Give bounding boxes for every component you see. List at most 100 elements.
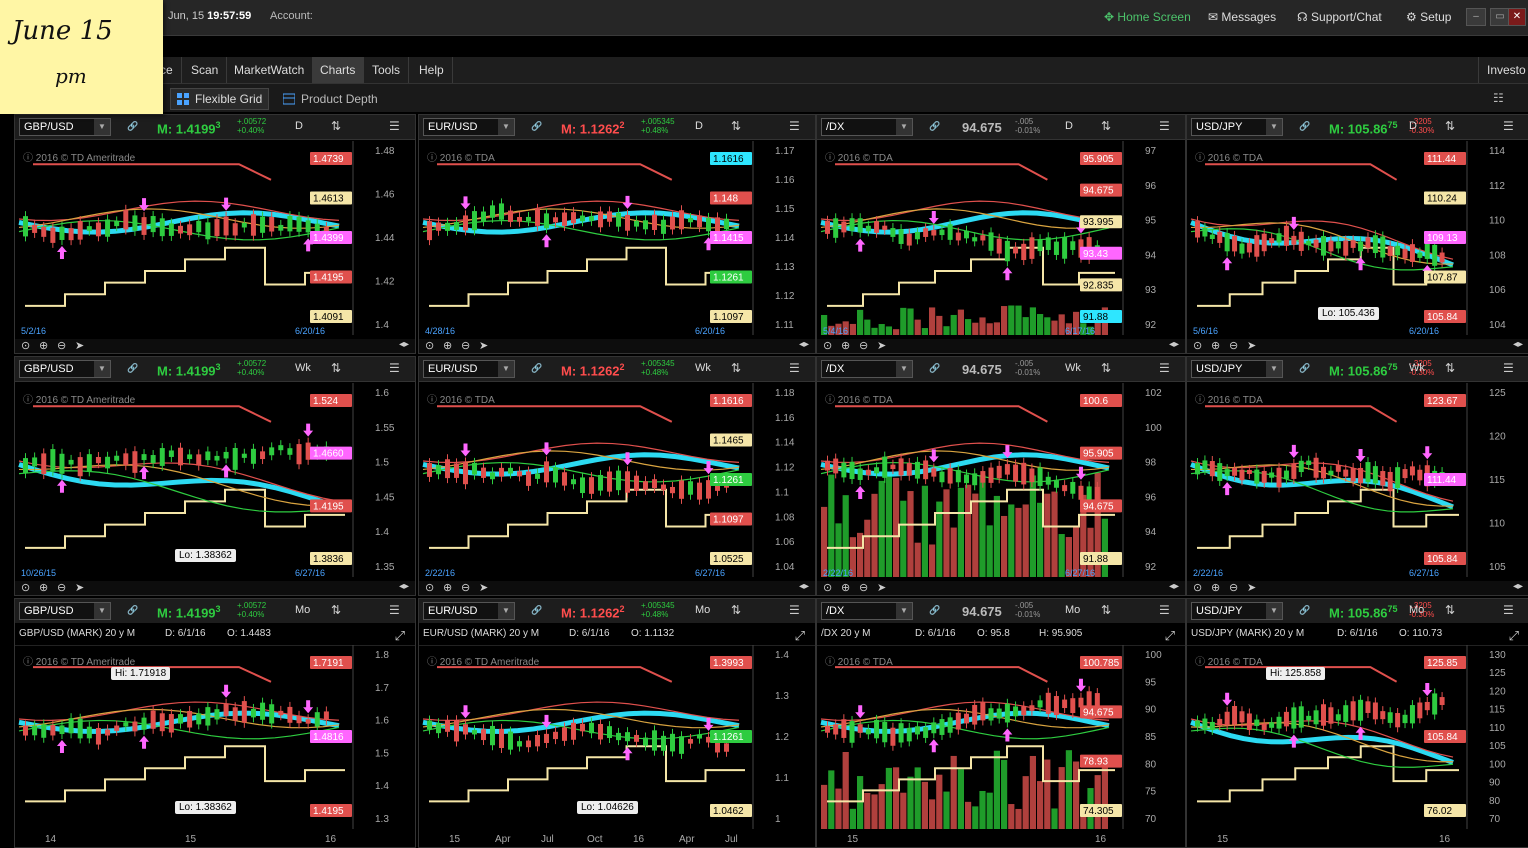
price-chart[interactable]: 1.4 1.3 1.2 1.1 1 1.3993 1.1261 1.0462 [419,645,815,847]
hamburger-menu-icon[interactable]: ☰ [1159,361,1173,375]
hamburger-menu-icon[interactable]: ☰ [789,361,803,375]
zoom-in-icon[interactable]: ⊕ [841,581,850,594]
zoom-reset-icon[interactable]: ⊙ [1193,339,1202,352]
hamburger-menu-icon[interactable]: ☰ [1503,603,1517,617]
expand-chart-icon[interactable]: ⤢ [795,628,805,644]
drawing-tools-icon[interactable]: ⇅ [1101,119,1115,133]
symbol-selector[interactable]: USD/JPY ▼ [1191,118,1283,136]
aggregation-period[interactable]: Mo [695,604,710,616]
link-icon[interactable]: 🔗 [1299,121,1310,131]
cursor-icon[interactable]: ➤ [479,339,488,352]
scroll-arrows-icon[interactable]: ◂▸ [1513,581,1523,592]
symbol-selector[interactable]: EUR/USD ▼ [423,602,515,620]
zoom-out-icon[interactable]: ⊖ [57,339,66,352]
scroll-arrows-icon[interactable]: ◂▸ [399,339,409,350]
zoom-reset-icon[interactable]: ⊙ [425,339,434,352]
drawing-tools-icon[interactable]: ⇅ [1101,361,1115,375]
link-icon[interactable]: 🔗 [1299,605,1310,615]
menu-investools[interactable]: Investo [1478,57,1528,83]
price-chart[interactable]: 1.18 1.16 1.14 1.12 1.1 1.08 1.06 1.04 1.1616 1.1… [419,383,815,595]
drawing-tools-icon[interactable]: ⇅ [731,361,745,375]
zoom-out-icon[interactable]: ⊖ [859,339,868,352]
drawing-tools-icon[interactable]: ⇅ [1101,603,1115,617]
expand-chart-icon[interactable]: ⤢ [1165,628,1175,644]
symbol-selector[interactable]: /DX ▼ [821,602,913,620]
symbol-selector[interactable]: EUR/USD ▼ [423,118,515,136]
hamburger-menu-icon[interactable]: ☰ [1503,119,1517,133]
hamburger-menu-icon[interactable]: ☰ [789,119,803,133]
cursor-icon[interactable]: ➤ [75,339,84,352]
link-icon[interactable]: 🔗 [929,605,940,615]
drawing-tools-icon[interactable]: ⇅ [1445,361,1459,375]
cursor-icon[interactable]: ➤ [1247,339,1256,352]
zoom-in-icon[interactable]: ⊕ [1211,339,1220,352]
symbol-selector[interactable]: GBP/USD ▼ [19,602,111,620]
aggregation-period[interactable]: Mo [1409,604,1424,616]
zoom-in-icon[interactable]: ⊕ [443,581,452,594]
scroll-arrows-icon[interactable]: ◂▸ [1169,581,1179,592]
zoom-out-icon[interactable]: ⊖ [1229,581,1238,594]
link-icon[interactable]: 🔗 [1299,363,1310,373]
symbol-selector[interactable]: EUR/USD ▼ [423,360,515,378]
zoom-in-icon[interactable]: ⊕ [1211,581,1220,594]
hamburger-menu-icon[interactable]: ☰ [789,603,803,617]
price-chart[interactable]: 1.6 1.55 1.5 1.45 1.4 1.35 1.524 1.4660 1.4195 1.… [15,383,415,595]
aggregation-period[interactable]: D [295,120,303,132]
aggregation-period[interactable]: Mo [1065,604,1080,616]
zoom-in-icon[interactable]: ⊕ [39,339,48,352]
hamburger-menu-icon[interactable]: ☰ [1159,603,1173,617]
zoom-in-icon[interactable]: ⊕ [39,581,48,594]
drawing-tools-icon[interactable]: ⇅ [731,603,745,617]
hamburger-menu-icon[interactable]: ☰ [1159,119,1173,133]
zoom-in-icon[interactable]: ⊕ [443,339,452,352]
menu-tools[interactable]: Tools [364,57,410,83]
price-chart[interactable]: 114 112 110 108 106 104 111.44 110.24 109.13 107.… [1187,141,1528,353]
drawing-tools-icon[interactable]: ⇅ [1445,603,1459,617]
product-depth-button[interactable]: Product Depth [276,88,385,110]
cursor-icon[interactable]: ➤ [877,339,886,352]
zoom-reset-icon[interactable]: ⊙ [823,581,832,594]
scroll-arrows-icon[interactable]: ◂▸ [399,581,409,592]
aggregation-period[interactable]: D [1409,120,1417,132]
link-icon[interactable]: 🔗 [531,363,542,373]
messages-link[interactable]: ✉ Messages [1208,10,1276,24]
link-icon[interactable]: 🔗 [127,363,138,373]
price-chart[interactable]: 1.8 1.7 1.6 1.5 1.4 1.3 1.7191 1.4816 1.4195 [15,645,415,847]
setup-link[interactable]: ⚙ Setup [1406,10,1451,24]
price-chart[interactable]: 97 96 95 94 93 92 95.905 94.675 93.995 93.43 92.83… [817,141,1185,353]
cursor-icon[interactable]: ➤ [75,581,84,594]
price-chart[interactable]: 1.48 1.46 1.44 1.42 1.4 1.4739 1.4613 1.4399 1.4… [15,141,415,353]
drawing-tools-icon[interactable]: ⇅ [1445,119,1459,133]
aggregation-period[interactable]: Wk [1409,362,1425,374]
price-chart[interactable]: 100 95 90 85 80 75 70 100.785 94.675 78.93 74.305 [817,645,1185,847]
aggregation-period[interactable]: Wk [1065,362,1081,374]
drawing-tools-icon[interactable]: ⇅ [331,361,345,375]
price-chart[interactable]: 102 100 98 96 94 92 100.6 95.905 94.675 91.88 [817,383,1185,595]
maximize-button[interactable]: ▭ [1490,8,1510,26]
scroll-arrows-icon[interactable]: ◂▸ [1169,339,1179,350]
zoom-reset-icon[interactable]: ⊙ [1193,581,1202,594]
link-icon[interactable]: 🔗 [127,605,138,615]
zoom-reset-icon[interactable]: ⊙ [21,581,30,594]
menu-marketwatch[interactable]: MarketWatch [226,57,314,83]
account-selector[interactable]: Account: [270,10,313,22]
cursor-icon[interactable]: ➤ [479,581,488,594]
hamburger-menu-icon[interactable]: ☰ [389,119,403,133]
zoom-in-icon[interactable]: ⊕ [841,339,850,352]
support-chat-link[interactable]: ☊ Support/Chat [1297,10,1382,24]
price-chart[interactable]: 125 120 115 110 105 123.67 111.44 105.84 [1187,383,1528,595]
menu-scan[interactable]: Scan [183,57,228,83]
layout-menu-icon[interactable]: ☷ [1493,91,1504,105]
expand-chart-icon[interactable]: ⤢ [1509,628,1519,644]
symbol-selector[interactable]: GBP/USD ▼ [19,118,111,136]
hamburger-menu-icon[interactable]: ☰ [389,603,403,617]
link-icon[interactable]: 🔗 [929,363,940,373]
symbol-selector[interactable]: /DX ▼ [821,360,913,378]
symbol-selector[interactable]: USD/JPY ▼ [1191,360,1283,378]
cursor-icon[interactable]: ➤ [1247,581,1256,594]
hamburger-menu-icon[interactable]: ☰ [389,361,403,375]
link-icon[interactable]: 🔗 [929,121,940,131]
aggregation-period[interactable]: D [1065,120,1073,132]
aggregation-period[interactable]: Mo [295,604,310,616]
flexible-grid-button[interactable]: Flexible Grid [170,88,270,110]
